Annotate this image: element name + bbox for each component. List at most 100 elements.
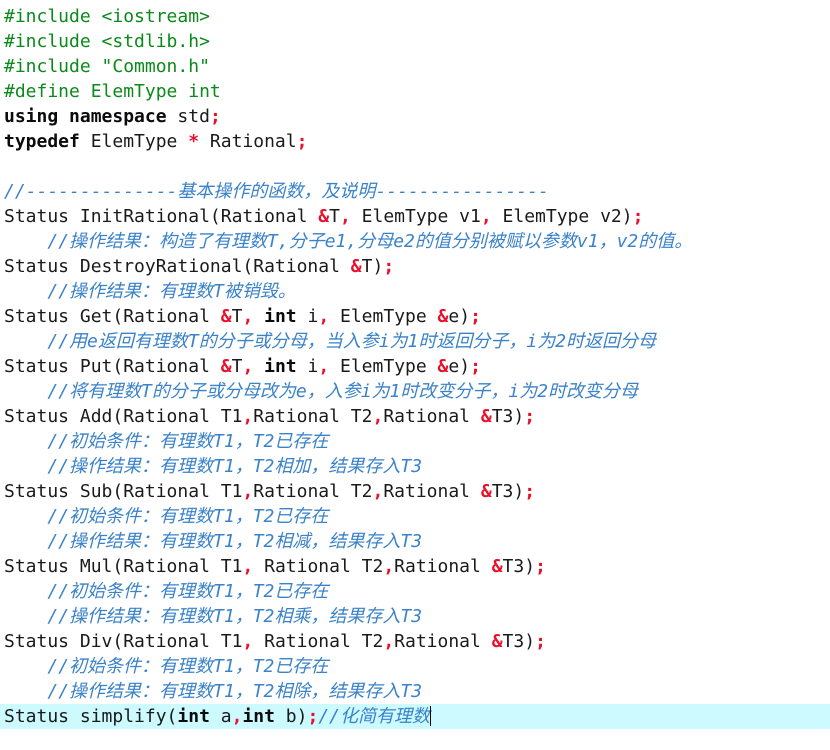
code-text-token: T3) (491, 406, 525, 427)
code-line[interactable]: //初始条件：有理数T1，T2已存在 (0, 579, 830, 604)
code-text-token: std (166, 106, 210, 127)
operator-token: , (339, 206, 351, 227)
code-line[interactable]: //操作结果：有理数T1，T2相减，结果存入T3 (0, 529, 830, 554)
code-line[interactable]: Status Mul(Rational T1, Rational T2,Rati… (0, 554, 830, 579)
code-text-token: Rational T2 (253, 631, 384, 652)
operator-token: , (242, 406, 254, 427)
operator-token: ; (209, 106, 221, 127)
code-text-token: Status simplify( (4, 706, 178, 727)
code-line[interactable]: Status Add(Rational T1,Rational T2,Ratio… (0, 404, 830, 429)
code-line[interactable]: //用e返回有理数T的分子或分母，当入参i为1时返回分子，i为2时返回分母 (0, 329, 830, 354)
operator-token: & (318, 206, 330, 227)
code-text-token: i (296, 306, 319, 327)
code-text-token: T (329, 206, 340, 227)
code-line[interactable]: //操作结果：有理数T1，T2相加，结果存入T3 (0, 454, 830, 479)
code-text-token: Rational (383, 481, 481, 502)
operator-token: , (372, 406, 384, 427)
operator-token: , (383, 631, 395, 652)
code-line[interactable]: //操作结果：有理数T1，T2相乘，结果存入T3 (0, 604, 830, 629)
code-text-token: Status Sub(Rational T1 (4, 481, 243, 502)
code-text-token: Status Get(Rational (4, 306, 221, 327)
operator-token: & (480, 406, 492, 427)
code-line[interactable]: Status Div(Rational T1, Rational T2,Rati… (0, 629, 830, 654)
operator-token: * (188, 131, 200, 152)
comment-token: //--------------基本操作的函数，及说明-------------… (4, 181, 549, 202)
keyword-token: int (177, 706, 210, 727)
code-text-token: Status Div(Rational T1 (4, 631, 243, 652)
code-text-token: Status Put(Rational (4, 356, 221, 377)
code-line[interactable]: #define ElemType int (0, 79, 830, 104)
keyword-token: int (264, 306, 297, 327)
code-text-token: Rational (383, 406, 481, 427)
operator-token: , (372, 481, 384, 502)
text-caret (430, 706, 431, 726)
code-line[interactable] (0, 154, 830, 179)
code-line[interactable]: Status Get(Rational &T, int i, ElemType … (0, 304, 830, 329)
operator-token: & (491, 631, 503, 652)
comment-token: //将有理数T的分子或分母改为e，入参i为1时改变分子，i为2时改变分母 (47, 381, 639, 402)
code-text-token: T) (361, 256, 384, 277)
operator-token: & (220, 356, 232, 377)
comment-token: //用e返回有理数T的分子或分母，当入参i为1时返回分子，i为2时返回分母 (47, 331, 657, 352)
operator-token: ; (307, 706, 319, 727)
code-line[interactable]: //操作结果：有理数T1，T2相除，结果存入T3 (0, 679, 830, 704)
code-text-token: Rational T2 (253, 406, 373, 427)
preprocessor-token: #include "Common.h" (4, 56, 210, 77)
comment-token: //初始条件：有理数T1，T2已存在 (47, 431, 329, 452)
operator-token: ; (470, 356, 481, 377)
code-text-token: ElemType (329, 356, 438, 377)
code-line[interactable]: //初始条件：有理数T1，T2已存在 (0, 654, 830, 679)
code-text-token: Rational T2 (253, 556, 384, 577)
code-text-token: a (209, 706, 232, 727)
operator-token: , (231, 706, 243, 727)
code-editor[interactable]: #include <iostream> #include <stdlib.h> #i… (0, 0, 830, 750)
operator-token: , (383, 556, 395, 577)
operator-token: ; (632, 206, 644, 227)
comment-token: //初始条件：有理数T1，T2已存在 (47, 656, 329, 677)
keyword-token: int (264, 356, 297, 377)
code-text-token: T (231, 356, 243, 377)
code-line[interactable]: //初始条件：有理数T1，T2已存在 (0, 504, 830, 529)
code-text-token: b) (274, 706, 308, 727)
code-line[interactable]: //操作结果：构造了有理数T,分子e1,分母e2的值分别被赋以参数v1，v2的值… (0, 229, 830, 254)
code-line-current[interactable]: Status simplify(int a,int b);//化简有理数 (0, 704, 830, 729)
code-line[interactable]: //操作结果：有理数T被销毁。 (0, 279, 830, 304)
comment-token: //操作结果：有理数T1，T2相除，结果存入T3 (47, 681, 423, 702)
operator-token: , (242, 356, 254, 377)
code-line[interactable]: #include <iostream> (0, 4, 830, 29)
operator-token: , (242, 306, 254, 327)
code-line[interactable]: //将有理数T的分子或分母改为e，入参i为1时改变分子，i为2时改变分母 (0, 379, 830, 404)
keyword-token: typedef (4, 131, 80, 152)
keyword-token: namespace (69, 106, 167, 127)
comment-token: //操作结果：有理数T1，T2相乘，结果存入T3 (47, 606, 423, 627)
operator-token: & (437, 356, 449, 377)
code-line[interactable]: Status InitRational(Rational &T, ElemTyp… (0, 204, 830, 229)
code-text-token: e) (448, 306, 471, 327)
operator-token: ; (470, 306, 481, 327)
code-line[interactable]: Status Put(Rational &T, int i, ElemType … (0, 354, 830, 379)
operator-token: ; (296, 131, 308, 152)
operator-token: ; (535, 631, 546, 652)
comment-token: //初始条件：有理数T1，T2已存在 (47, 506, 329, 527)
operator-token: , (318, 306, 330, 327)
code-line[interactable]: Status Sub(Rational T1,Rational T2,Ratio… (0, 479, 830, 504)
code-line[interactable]: using namespace std; (0, 104, 830, 129)
code-text-token: Status DestroyRational(Rational (4, 256, 351, 277)
operator-token: ; (524, 481, 536, 502)
code-text-token: ElemType v1 (350, 206, 481, 227)
code-line[interactable]: //初始条件：有理数T1，T2已存在 (0, 429, 830, 454)
code-text-token: ElemType v2) (491, 206, 633, 227)
code-line[interactable]: #include <stdlib.h> (0, 29, 830, 54)
code-line[interactable]: typedef ElemType * Rational; (0, 129, 830, 154)
code-line[interactable]: //--------------基本操作的函数，及说明-------------… (0, 179, 830, 204)
code-line[interactable]: #include "Common.h" (0, 54, 830, 79)
code-line[interactable]: Status DestroyRational(Rational &T); (0, 254, 830, 279)
